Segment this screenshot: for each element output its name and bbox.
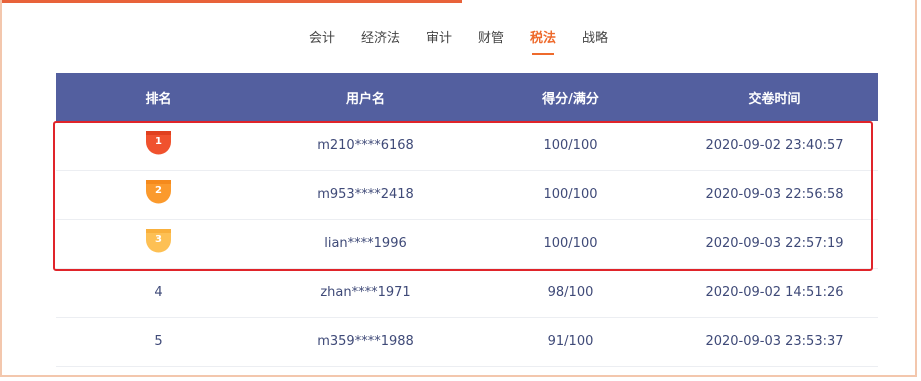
time-cell: 2020-09-03 22:57:19	[705, 236, 844, 251]
header-score: 得分/满分	[542, 91, 599, 107]
bronze-medal-icon: 3	[145, 228, 172, 253]
username-cell: zhan****1971	[320, 285, 411, 300]
time-cell: 2020-09-03 23:53:37	[705, 334, 844, 349]
score-cell: 100/100	[543, 236, 598, 251]
username-cell: m210****6168	[317, 137, 414, 153]
gold-medal-icon: 1	[145, 130, 172, 155]
table-row: 2 m953****2418 100/100 2020-09-03 22:56:…	[56, 170, 878, 219]
tab-finance[interactable]: 财管	[478, 27, 504, 50]
username-cell: lian****1996	[324, 236, 407, 251]
rank-cell: 3	[56, 219, 261, 268]
rank-number: 3	[155, 234, 162, 245]
rank-number: 1	[155, 135, 162, 147]
leaderboard-panel: 会计 经济法 审计 财管 税法 战略 排名 用户名 得分/满分 交卷时间 1 m…	[0, 0, 917, 377]
tab-economic-law[interactable]: 经济法	[361, 27, 400, 50]
tab-tax-law[interactable]: 税法	[530, 27, 556, 55]
table-row: 1 m210****6168 100/100 2020-09-02 23:40:…	[56, 121, 878, 170]
score-cell: 100/100	[543, 187, 598, 202]
table-header-row: 排名 用户名 得分/满分 交卷时间	[56, 73, 878, 121]
header-username: 用户名	[345, 91, 385, 107]
rank-cell: 5	[154, 334, 163, 349]
username-cell: m359****1988	[317, 334, 414, 349]
table-row: 4 zhan****1971 98/100 2020-09-02 14:51:2…	[56, 268, 878, 317]
time-cell: 2020-09-02 23:40:57	[705, 137, 844, 153]
subject-tabs: 会计 经济法 审计 财管 税法 战略	[2, 27, 915, 55]
rank-cell: 2	[56, 170, 261, 219]
ranking-table: 排名 用户名 得分/满分 交卷时间 1 m210****6168 100/100…	[56, 73, 878, 367]
tab-strategy[interactable]: 战略	[582, 27, 608, 50]
rank-cell: 1	[56, 121, 261, 170]
top-accent-bar	[2, 0, 462, 3]
rank-number: 2	[155, 185, 162, 196]
header-submit-time: 交卷时间	[748, 91, 801, 107]
tab-accounting[interactable]: 会计	[309, 27, 335, 50]
time-cell: 2020-09-02 14:51:26	[705, 285, 844, 300]
time-cell: 2020-09-03 22:56:58	[705, 187, 844, 202]
tab-audit[interactable]: 审计	[426, 27, 452, 50]
score-cell: 98/100	[547, 285, 594, 300]
username-cell: m953****2418	[317, 187, 414, 202]
rank-cell: 4	[154, 285, 163, 300]
score-cell: 91/100	[547, 334, 594, 349]
score-cell: 100/100	[543, 137, 598, 153]
table-row: 5 m359****1988 91/100 2020-09-03 23:53:3…	[56, 317, 878, 366]
header-rank: 排名	[145, 91, 172, 107]
silver-medal-icon: 2	[145, 179, 172, 204]
table-row: 3 lian****1996 100/100 2020-09-03 22:57:…	[56, 219, 878, 268]
